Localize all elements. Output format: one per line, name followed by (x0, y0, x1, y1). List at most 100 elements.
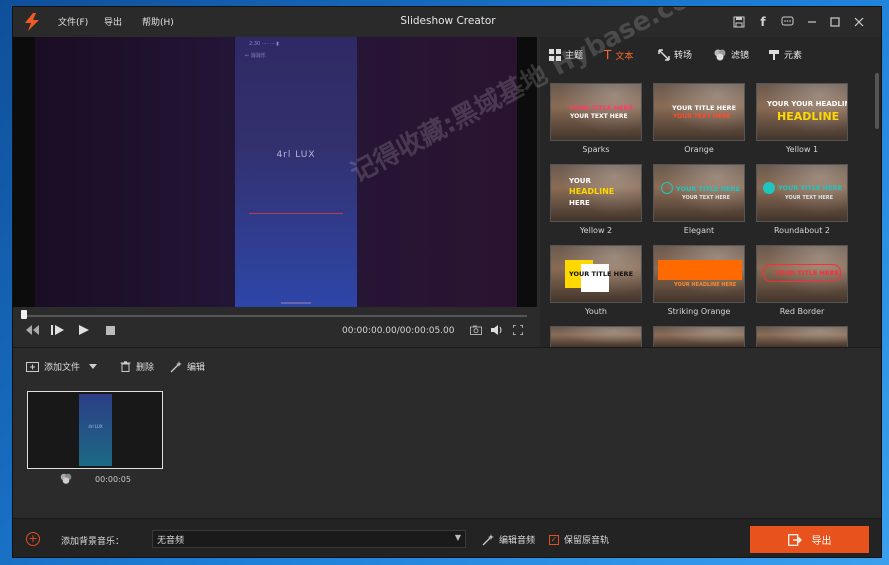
storyboard-toolbar: 添加文件 删除 编辑 (13, 348, 881, 378)
template-label: Youth (585, 307, 607, 316)
keep-original-audio-checkbox[interactable]: ✓ 保留原音轨 (549, 533, 609, 546)
delete-label: 删除 (136, 363, 155, 373)
storyboard-clip[interactable]: 4rl LUX (27, 391, 163, 469)
chevron-down-icon: ▼ (454, 533, 461, 542)
trash-icon (120, 361, 131, 372)
template-red-border[interactable]: YOUR TITLE HERE (756, 245, 848, 303)
clip-duration: 00:00:05 (95, 475, 131, 484)
tab-transition-label: 转场 (674, 51, 693, 61)
playback-progress-knob[interactable] (21, 310, 27, 319)
template-partial[interactable] (756, 326, 848, 347)
play-slow-icon[interactable] (51, 325, 64, 338)
edit-label: 编辑 (187, 363, 206, 373)
tab-filter-label: 滤镜 (731, 51, 750, 61)
text-icon: T (604, 48, 612, 62)
striking-orange-band (658, 260, 742, 280)
edit-audio-label: 编辑音频 (499, 536, 536, 546)
phone-home-indicator (281, 302, 311, 304)
add-file-button[interactable]: 添加文件 (26, 360, 98, 373)
delete-button[interactable]: 删除 (120, 360, 154, 373)
template-yellow-1[interactable]: YOUR YOUR HEADLINE HEADLINE (756, 83, 848, 141)
feedback-icon[interactable] (778, 13, 796, 31)
maximize-icon[interactable] (826, 13, 844, 31)
app-title: Slideshow Creator (400, 15, 496, 27)
desktop-background: 文件(F) 导出 帮助(H) Slideshow Creator f 2:30 … (0, 0, 889, 565)
template-label: Elegant (683, 226, 715, 235)
checkmark-icon[interactable]: ✓ (549, 534, 559, 545)
snapshot-icon[interactable] (470, 325, 482, 338)
template-label: Orange (684, 145, 714, 154)
fullscreen-icon[interactable] (512, 324, 524, 338)
title-bar: 文件(F) 导出 帮助(H) Slideshow Creator f (13, 7, 881, 37)
edit-button[interactable]: 编辑 (170, 360, 205, 373)
edit-wand-icon (170, 360, 182, 372)
phone-header: ← 消消乐 (245, 53, 266, 59)
template-orange[interactable]: YOUR TITLE HERE YOUR TEXT HERE (653, 83, 745, 141)
add-music-icon[interactable]: + (26, 532, 40, 546)
close-icon[interactable] (850, 13, 868, 31)
effects-panel: 主题 T 文本 转场 滤镜 元素 YOUR TITLE HERE YOUR TE… (540, 37, 881, 347)
save-icon[interactable] (730, 13, 748, 31)
phone-status-bar: 2:30 ···· ··· ▮ (249, 41, 279, 47)
template-yellow-2[interactable]: YOUR HEADLINE HERE (550, 164, 642, 222)
theme-grid-icon (549, 48, 561, 61)
tab-filter[interactable]: 滤镜 (713, 48, 749, 61)
timecode: 00:00:00.00/00:00:05.00 (342, 326, 455, 336)
template-roundabout-2[interactable]: YOUR TITLE HERE YOUR TEXT HERE (756, 164, 848, 222)
template-partial[interactable] (550, 326, 642, 347)
export-button[interactable]: 导出 (750, 526, 869, 553)
music-select[interactable]: 无音频 ▼ (152, 530, 466, 548)
clip-thumbnail: 4rl LUX (79, 394, 112, 466)
clip-thumbnail-text: 4rl LUX (88, 424, 103, 429)
tab-element[interactable]: 元素 (768, 48, 802, 61)
template-striking-orange[interactable]: YOUR HEADLINE HERE (653, 245, 745, 303)
bg-music-label: 添加背景音乐： (61, 537, 125, 547)
bottom-bar: + 添加背景音乐： 无音频 ▼ 编辑音频 ✓ 保留原音轨 导出 (13, 518, 881, 557)
filter-icon (714, 49, 726, 60)
app-window: 文件(F) 导出 帮助(H) Slideshow Creator f 2:30 … (12, 6, 882, 558)
volume-icon[interactable] (491, 325, 503, 338)
template-label: Yellow 2 (579, 226, 613, 235)
template-label: Red Border (779, 307, 825, 316)
template-elegant[interactable]: YOUR TITLE HERE YOUR TEXT HERE (653, 164, 745, 222)
tab-text[interactable]: T 文本 (604, 48, 633, 62)
phone-screen-image: 2:30 ···· ··· ▮ ← 消消乐 4rl LUX (235, 37, 357, 307)
add-file-label: 添加文件 (44, 363, 81, 373)
playback-progress-track[interactable] (23, 315, 527, 317)
tab-text-label: 文本 (615, 51, 634, 62)
rewind-icon[interactable] (26, 325, 39, 338)
element-icon (769, 49, 779, 60)
circle-decoration-icon (661, 182, 673, 194)
edit-wand-icon (482, 533, 494, 545)
transition-icon (658, 48, 670, 61)
export-icon (787, 533, 802, 546)
template-partial[interactable] (653, 326, 745, 347)
chevron-down-icon[interactable] (89, 363, 98, 370)
tab-element-label: 元素 (784, 51, 803, 61)
youth-white-block (581, 264, 609, 292)
template-label: Striking Orange (667, 307, 731, 316)
template-label: Sparks (582, 145, 610, 154)
tab-transition[interactable]: 转场 (658, 48, 692, 61)
keep-audio-label: 保留原音轨 (564, 536, 610, 546)
phone-center-text: 4rl LUX (276, 150, 316, 160)
template-label: Roundabout 2 (773, 226, 831, 235)
template-youth[interactable]: YOUR TITLE HERE (550, 245, 642, 303)
stop-icon[interactable] (106, 325, 115, 338)
template-sparks[interactable]: YOUR TITLE HERE YOUR TEXT HERE (550, 83, 642, 141)
phone-divider (249, 213, 343, 214)
edit-audio-button[interactable]: 编辑音频 (482, 533, 535, 546)
preview-frame: 2:30 ···· ··· ▮ ← 消消乐 4rl LUX (35, 37, 517, 307)
clip-filter-icon[interactable] (59, 473, 73, 487)
video-preview[interactable]: 2:30 ···· ··· ▮ ← 消消乐 4rl LUX (13, 37, 537, 307)
minimize-icon[interactable] (803, 13, 821, 31)
play-icon[interactable] (79, 325, 89, 338)
music-select-value: 无音频 (157, 536, 185, 546)
add-file-icon (26, 362, 39, 372)
panel-scrollbar[interactable] (875, 73, 879, 129)
dot-decoration-icon (763, 182, 775, 194)
export-label: 导出 (811, 536, 832, 547)
template-label: Yellow 1 (785, 145, 819, 154)
tab-theme[interactable]: 主题 (549, 48, 583, 61)
facebook-icon[interactable]: f (754, 13, 772, 31)
